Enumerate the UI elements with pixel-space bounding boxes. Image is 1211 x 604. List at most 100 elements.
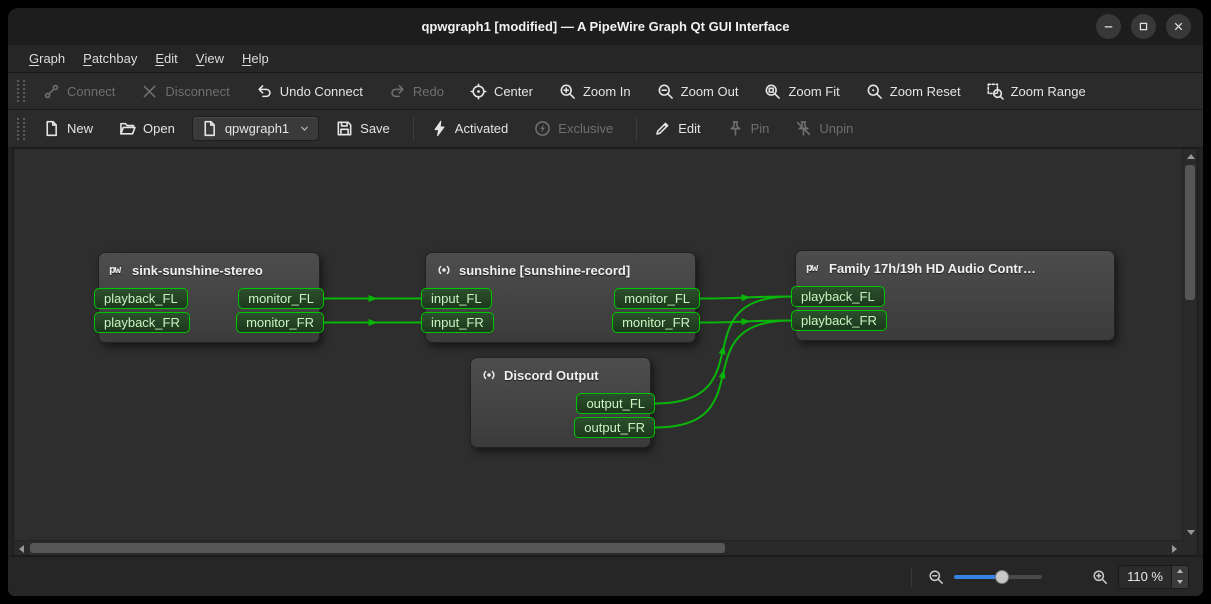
menu-edit[interactable]: Edit	[146, 45, 186, 72]
zoom-out-label: Zoom Out	[681, 84, 739, 99]
zoom-range-label: Zoom Range	[1011, 84, 1086, 99]
toolbar-handle[interactable]	[17, 118, 25, 140]
scrollbar-corner	[1182, 540, 1197, 555]
toolbar-handle[interactable]	[17, 80, 25, 102]
horizontal-scrollbar[interactable]	[14, 540, 1182, 555]
zoom-out-button[interactable]: Zoom Out	[648, 78, 748, 105]
edit-button[interactable]: Edit	[645, 115, 709, 142]
disconnect-button[interactable]: Disconnect	[132, 78, 238, 105]
port-output_FR[interactable]: output_FR	[574, 417, 655, 438]
menu-view[interactable]: View	[187, 45, 233, 72]
file-icon	[201, 120, 218, 137]
node-sunshine[interactable]: sunshine [sunshine-record]input_FLinput_…	[425, 252, 696, 343]
connect-icon	[43, 83, 60, 100]
scroll-left-button[interactable]	[14, 541, 29, 556]
node-title-text: Family 17h/19h HD Audio Contr…	[829, 261, 1036, 276]
save-button[interactable]: Save	[327, 115, 399, 142]
record-icon	[481, 367, 497, 383]
port-monitor_FR[interactable]: monitor_FR	[236, 312, 324, 333]
connection-wire[interactable]	[700, 297, 791, 299]
unpin-icon	[795, 120, 812, 137]
undo-connect-label: Undo Connect	[280, 84, 363, 99]
titlebar[interactable]: qpwgraph1 [modified] — A PipeWire Graph …	[8, 8, 1203, 45]
close-button[interactable]	[1166, 14, 1191, 39]
port-input_FR[interactable]: input_FR	[421, 312, 494, 333]
toolbar-separator	[636, 117, 637, 141]
statusbar: 110 %	[8, 556, 1203, 596]
connect-label: Connect	[67, 84, 115, 99]
edit-label: Edit	[678, 121, 700, 136]
minimize-button[interactable]	[1096, 14, 1121, 39]
chevron-down-icon	[299, 123, 310, 134]
menu-help[interactable]: Help	[233, 45, 278, 72]
node-family-hd-audio[interactable]: pwFamily 17h/19h HD Audio Contr…playback…	[795, 250, 1115, 341]
new-button[interactable]: New	[34, 115, 102, 142]
graph-toolbar: Connect Disconnect Undo Connect Redo Center Z…	[8, 73, 1203, 110]
zoom-spinbox[interactable]: 110 %	[1118, 565, 1189, 589]
spin-up-button[interactable]	[1172, 566, 1188, 577]
pin-button[interactable]: Pin	[718, 115, 779, 142]
zoom-spin-buttons	[1171, 566, 1188, 588]
scroll-right-button[interactable]	[1167, 541, 1182, 556]
zoom-reset-button[interactable]: Zoom Reset	[857, 78, 970, 105]
node-discord-output[interactable]: Discord Outputoutput_FLoutput_FR	[470, 357, 651, 448]
horizontal-scroll-thumb[interactable]	[30, 543, 725, 553]
connect-button[interactable]: Connect	[34, 78, 124, 105]
pin-icon	[727, 120, 744, 137]
spin-down-button[interactable]	[1172, 577, 1188, 588]
port-output_FL[interactable]: output_FL	[576, 393, 655, 414]
maximize-icon	[1137, 20, 1150, 33]
save-icon	[336, 120, 353, 137]
zoom-fit-label: Zoom Fit	[788, 84, 839, 99]
disconnect-icon	[141, 83, 158, 100]
graph-canvas[interactable]: pwsink-sunshine-stereoplayback_FLplaybac…	[14, 149, 1182, 540]
disconnect-label: Disconnect	[165, 84, 229, 99]
connection-wire[interactable]	[700, 321, 791, 323]
zoom-range-icon	[987, 83, 1004, 100]
scroll-up-button[interactable]	[1183, 149, 1198, 164]
open-button[interactable]: Open	[110, 115, 184, 142]
exclusive-button[interactable]: Exclusive	[525, 115, 622, 142]
record-icon	[436, 262, 452, 278]
new-label: New	[67, 121, 93, 136]
zoom-in-icon	[559, 83, 576, 100]
vertical-scrollbar[interactable]	[1182, 149, 1197, 540]
activated-button[interactable]: Activated	[422, 115, 517, 142]
unpin-button[interactable]: Unpin	[786, 115, 862, 142]
zoom-out-icon[interactable]	[928, 569, 944, 585]
vertical-scroll-thumb[interactable]	[1185, 165, 1195, 300]
window-controls	[1096, 14, 1191, 39]
port-playback_FL[interactable]: playback_FL	[791, 286, 885, 307]
patchbay-file-combo[interactable]: qpwgraph1	[192, 116, 319, 141]
menu-graph[interactable]: Graph	[20, 45, 74, 72]
zoom-slider-handle[interactable]	[995, 570, 1009, 584]
zoom-slider[interactable]	[954, 569, 1042, 585]
port-monitor_FR[interactable]: monitor_FR	[612, 312, 700, 333]
port-monitor_FL[interactable]: monitor_FL	[614, 288, 700, 309]
scroll-down-button[interactable]	[1183, 525, 1198, 540]
port-monitor_FL[interactable]: monitor_FL	[238, 288, 324, 309]
patchbay-file-label: qpwgraph1	[225, 121, 289, 136]
zoom-in-icon[interactable]	[1092, 569, 1108, 585]
exclusive-label: Exclusive	[558, 121, 613, 136]
window-title: qpwgraph1 [modified] — A PipeWire Graph …	[421, 19, 789, 34]
redo-button[interactable]: Redo	[380, 78, 453, 105]
connection-arrow	[369, 319, 378, 326]
port-playback_FR[interactable]: playback_FR	[94, 312, 190, 333]
undo-connect-button[interactable]: Undo Connect	[247, 78, 372, 105]
zoom-reset-label: Zoom Reset	[890, 84, 961, 99]
node-title: pwsink-sunshine-stereo	[99, 253, 319, 286]
zoom-in-button[interactable]: Zoom In	[550, 78, 640, 105]
zoom-fit-button[interactable]: Zoom Fit	[755, 78, 848, 105]
node-title-text: sunshine [sunshine-record]	[459, 263, 630, 278]
port-playback_FL[interactable]: playback_FL	[94, 288, 188, 309]
port-playback_FR[interactable]: playback_FR	[791, 310, 887, 331]
node-sink-sunshine-stereo[interactable]: pwsink-sunshine-stereoplayback_FLplaybac…	[98, 252, 320, 343]
redo-icon	[389, 83, 406, 100]
port-input_FL[interactable]: input_FL	[421, 288, 492, 309]
center-icon	[470, 83, 487, 100]
maximize-button[interactable]	[1131, 14, 1156, 39]
center-button[interactable]: Center	[461, 78, 542, 105]
zoom-range-button[interactable]: Zoom Range	[978, 78, 1095, 105]
menu-patchbay[interactable]: Patchbay	[74, 45, 146, 72]
